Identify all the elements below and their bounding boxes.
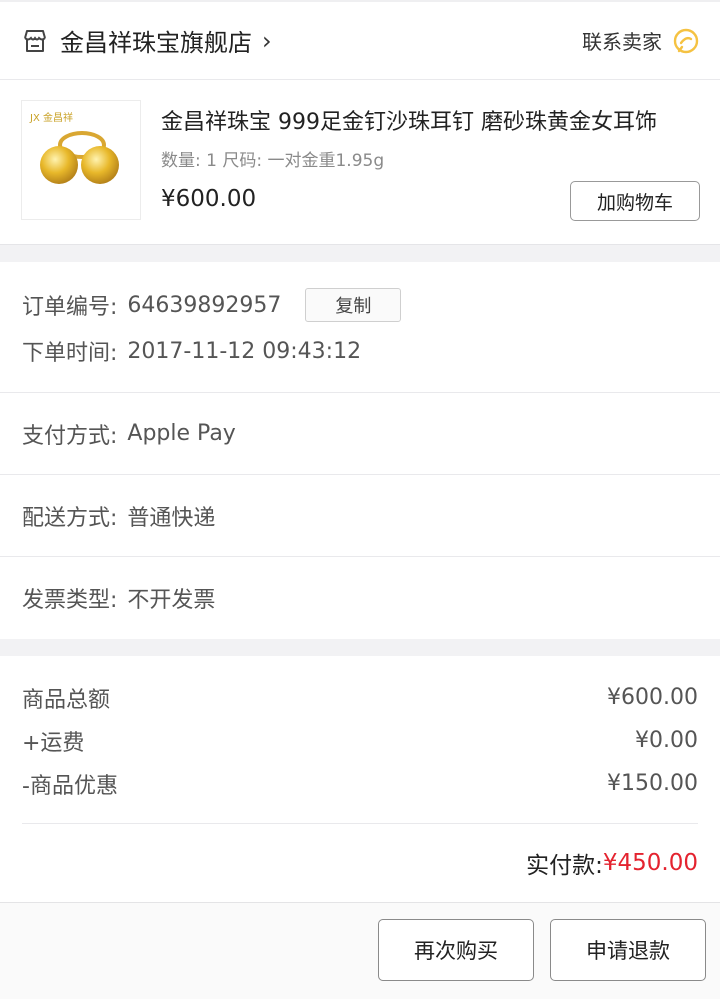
copy-button[interactable]: 复制 — [305, 288, 402, 322]
payment-value: Apple Pay — [127, 421, 236, 446]
subtotal-label: 商品总额 — [22, 687, 111, 713]
invoice-value: 不开发票 — [127, 588, 216, 613]
discount-label: -商品优惠 — [22, 773, 118, 799]
contact-seller-button[interactable]: 联系卖家 — [582, 26, 700, 55]
add-to-cart-button[interactable]: 加购物车 — [570, 181, 700, 221]
product-spec: 数量: 1 尺码: 一对金重1.95g — [161, 151, 385, 171]
contact-seller-label: 联系卖家 — [582, 30, 662, 54]
invoice-row: 发票类型: 不开发票 — [0, 557, 720, 639]
request-refund-button[interactable]: 申请退款 — [550, 919, 706, 981]
paid-row: 实付款: ¥450.00 — [0, 824, 720, 902]
chevron-right-icon[interactable]: › — [262, 27, 272, 55]
delivery-row: 配送方式: 普通快递 — [0, 475, 720, 557]
discount-amount: ¥150.00 — [607, 771, 698, 796]
order-number: 64639892957 — [127, 292, 282, 318]
payment-row: 支付方式: Apple Pay — [0, 393, 720, 475]
bottom-action-bar: 再次购买 申请退款 — [0, 902, 720, 999]
subtotal-row: 商品总额 ¥600.00 — [0, 676, 720, 719]
chat-bubble-icon — [673, 28, 699, 53]
order-number-label: 订单编号: — [22, 295, 118, 320]
order-time: 2017-11-12 09:43:12 — [127, 338, 362, 364]
order-number-row: 订单编号: 64639892957 复制 — [0, 282, 720, 328]
payment-label: 支付方式: — [22, 423, 118, 449]
product-image[interactable]: JX 金昌祥 — [21, 100, 141, 220]
paid-label: 实付款: — [526, 853, 603, 879]
delivery-value: 普通快递 — [127, 505, 216, 531]
store-header: 金昌祥珠宝旗舰店 › 联系卖家 — [0, 2, 720, 80]
paid-amount: ¥450.00 — [602, 850, 698, 876]
order-info: 订单编号: 64639892957 复制 下单时间: 2017-11-12 09… — [0, 262, 720, 639]
product-price: ¥600.00 — [161, 186, 257, 212]
product-card[interactable]: JX 金昌祥 金昌祥珠宝 999足金钉沙珠耳钉 磨砂珠黄金女耳饰 数量: 1 尺… — [0, 80, 720, 245]
order-id-block: 订单编号: 64639892957 复制 下单时间: 2017-11-12 09… — [0, 262, 720, 393]
invoice-label: 发票类型: — [22, 588, 118, 613]
subtotal-amount: ¥600.00 — [607, 685, 698, 710]
product-title[interactable]: 金昌祥珠宝 999足金钉沙珠耳钉 磨砂珠黄金女耳饰 — [161, 104, 691, 136]
shipping-label: +运费 — [22, 730, 85, 756]
shop-icon — [24, 29, 46, 52]
order-time-row: 下单时间: 2017-11-12 09:43:12 — [0, 328, 720, 374]
shipping-amount: ¥0.00 — [635, 728, 698, 753]
discount-row: -商品优惠 ¥150.00 — [0, 762, 720, 805]
delivery-label: 配送方式: — [22, 505, 118, 531]
shipping-row: +运费 ¥0.00 — [0, 719, 720, 762]
price-summary: 商品总额 ¥600.00 +运费 ¥0.00 -商品优惠 ¥150.00 实付款… — [0, 656, 720, 902]
brand-logo: JX 金昌祥 — [30, 113, 73, 124]
order-time-label: 下单时间: — [22, 341, 118, 366]
store-name-link[interactable]: 金昌祥珠宝旗舰店 — [60, 23, 252, 58]
buy-again-button[interactable]: 再次购买 — [378, 919, 534, 981]
